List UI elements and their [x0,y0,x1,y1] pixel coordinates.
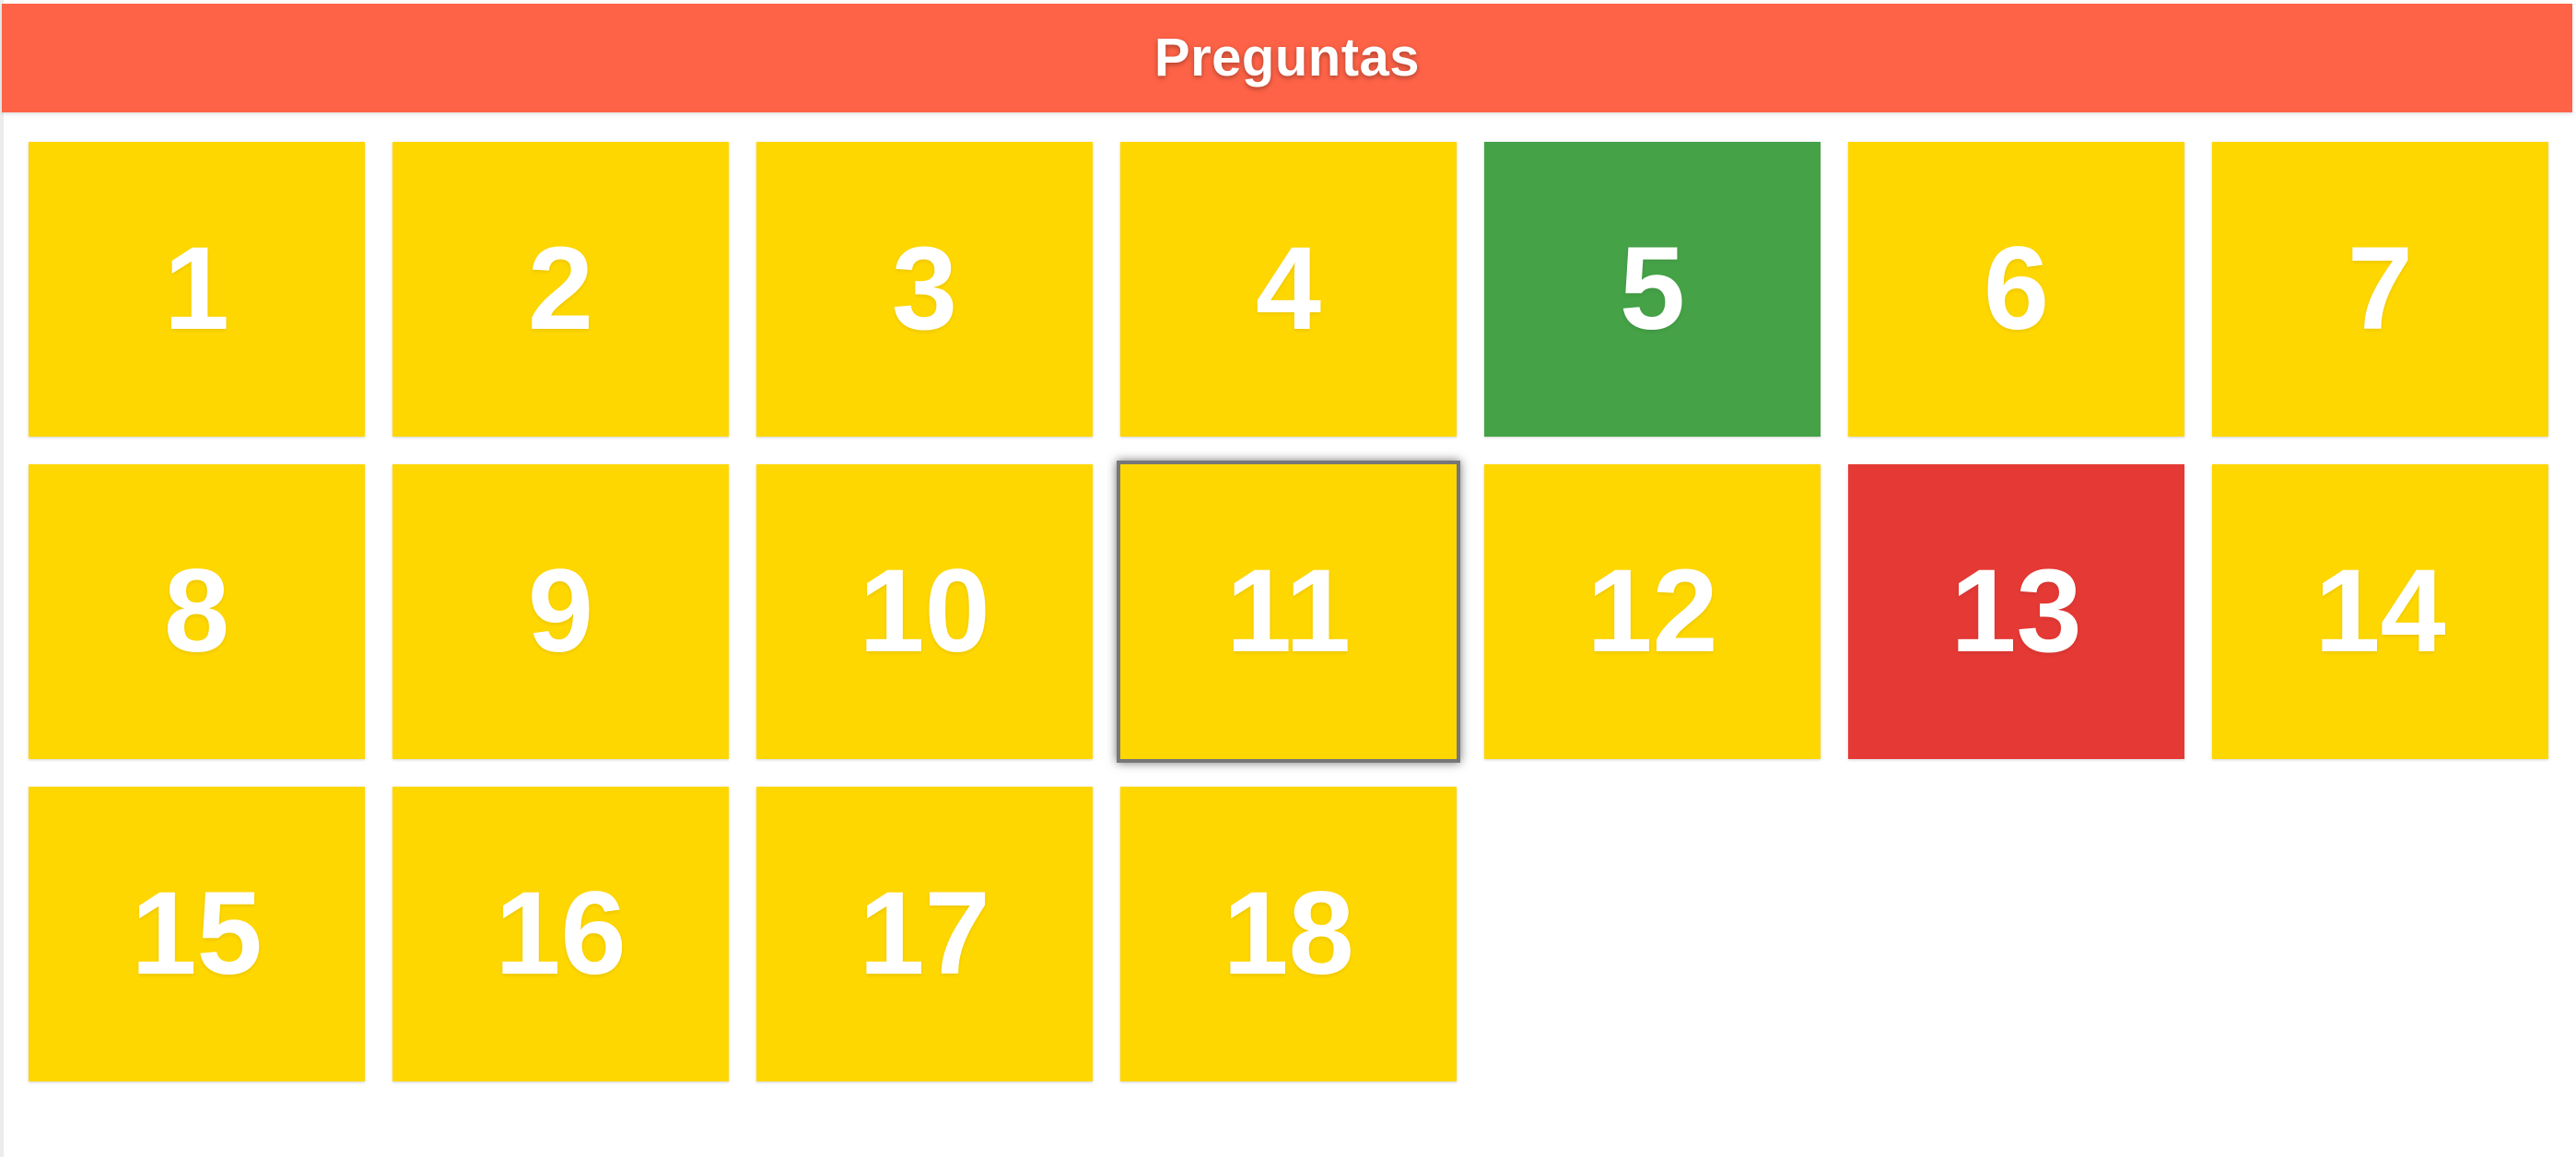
question-tile-10[interactable]: 10 [756,464,1093,759]
question-number: 12 [1587,545,1718,677]
question-tile-3[interactable]: 3 [756,142,1093,437]
header-bar: Preguntas [2,4,2572,112]
question-tile-15[interactable]: 15 [29,787,365,1081]
question-tile-7[interactable]: 7 [2212,142,2548,437]
question-tile-13[interactable]: 13 [1848,464,2184,759]
question-number: 9 [527,545,594,677]
question-tile-6[interactable]: 6 [1848,142,2184,437]
question-number: 15 [131,868,263,999]
question-number: 3 [891,223,958,355]
question-number: 13 [1950,545,2082,677]
window-edge [0,0,4,1157]
question-grid: 1 2 3 4 5 6 7 8 9 10 11 12 13 14 15 16 17 18 [29,142,2548,1081]
question-number: 10 [859,545,990,677]
question-tile-12[interactable]: 12 [1484,464,1821,759]
question-tile-9[interactable]: 9 [392,464,729,759]
question-number: 7 [2347,223,2414,355]
question-tile-16[interactable]: 16 [392,787,729,1081]
question-number: 14 [2314,545,2446,677]
question-tile-8[interactable]: 8 [29,464,365,759]
question-number: 16 [495,868,626,999]
question-tile-14[interactable]: 14 [2212,464,2548,759]
question-number: 11 [1225,545,1352,677]
question-number: 2 [527,223,594,355]
question-number: 17 [859,868,990,999]
question-number: 4 [1255,223,1322,355]
question-tile-18[interactable]: 18 [1120,787,1457,1081]
app-window: Preguntas 1 2 3 4 5 6 7 8 9 10 11 12 13 14 15 16 17 18 [0,0,2576,1157]
question-tile-5[interactable]: 5 [1484,142,1821,437]
question-number: 18 [1223,868,1354,999]
question-tile-17[interactable]: 17 [756,787,1093,1081]
question-number: 5 [1619,223,1686,355]
question-tile-11[interactable]: 11 [1117,461,1460,763]
question-number: 6 [1983,223,2050,355]
page-title: Preguntas [1153,28,1421,88]
question-tile-1[interactable]: 1 [29,142,365,437]
question-number: 8 [163,545,230,677]
question-tile-4[interactable]: 4 [1120,142,1457,437]
question-number: 1 [163,223,230,355]
question-tile-2[interactable]: 2 [392,142,729,437]
